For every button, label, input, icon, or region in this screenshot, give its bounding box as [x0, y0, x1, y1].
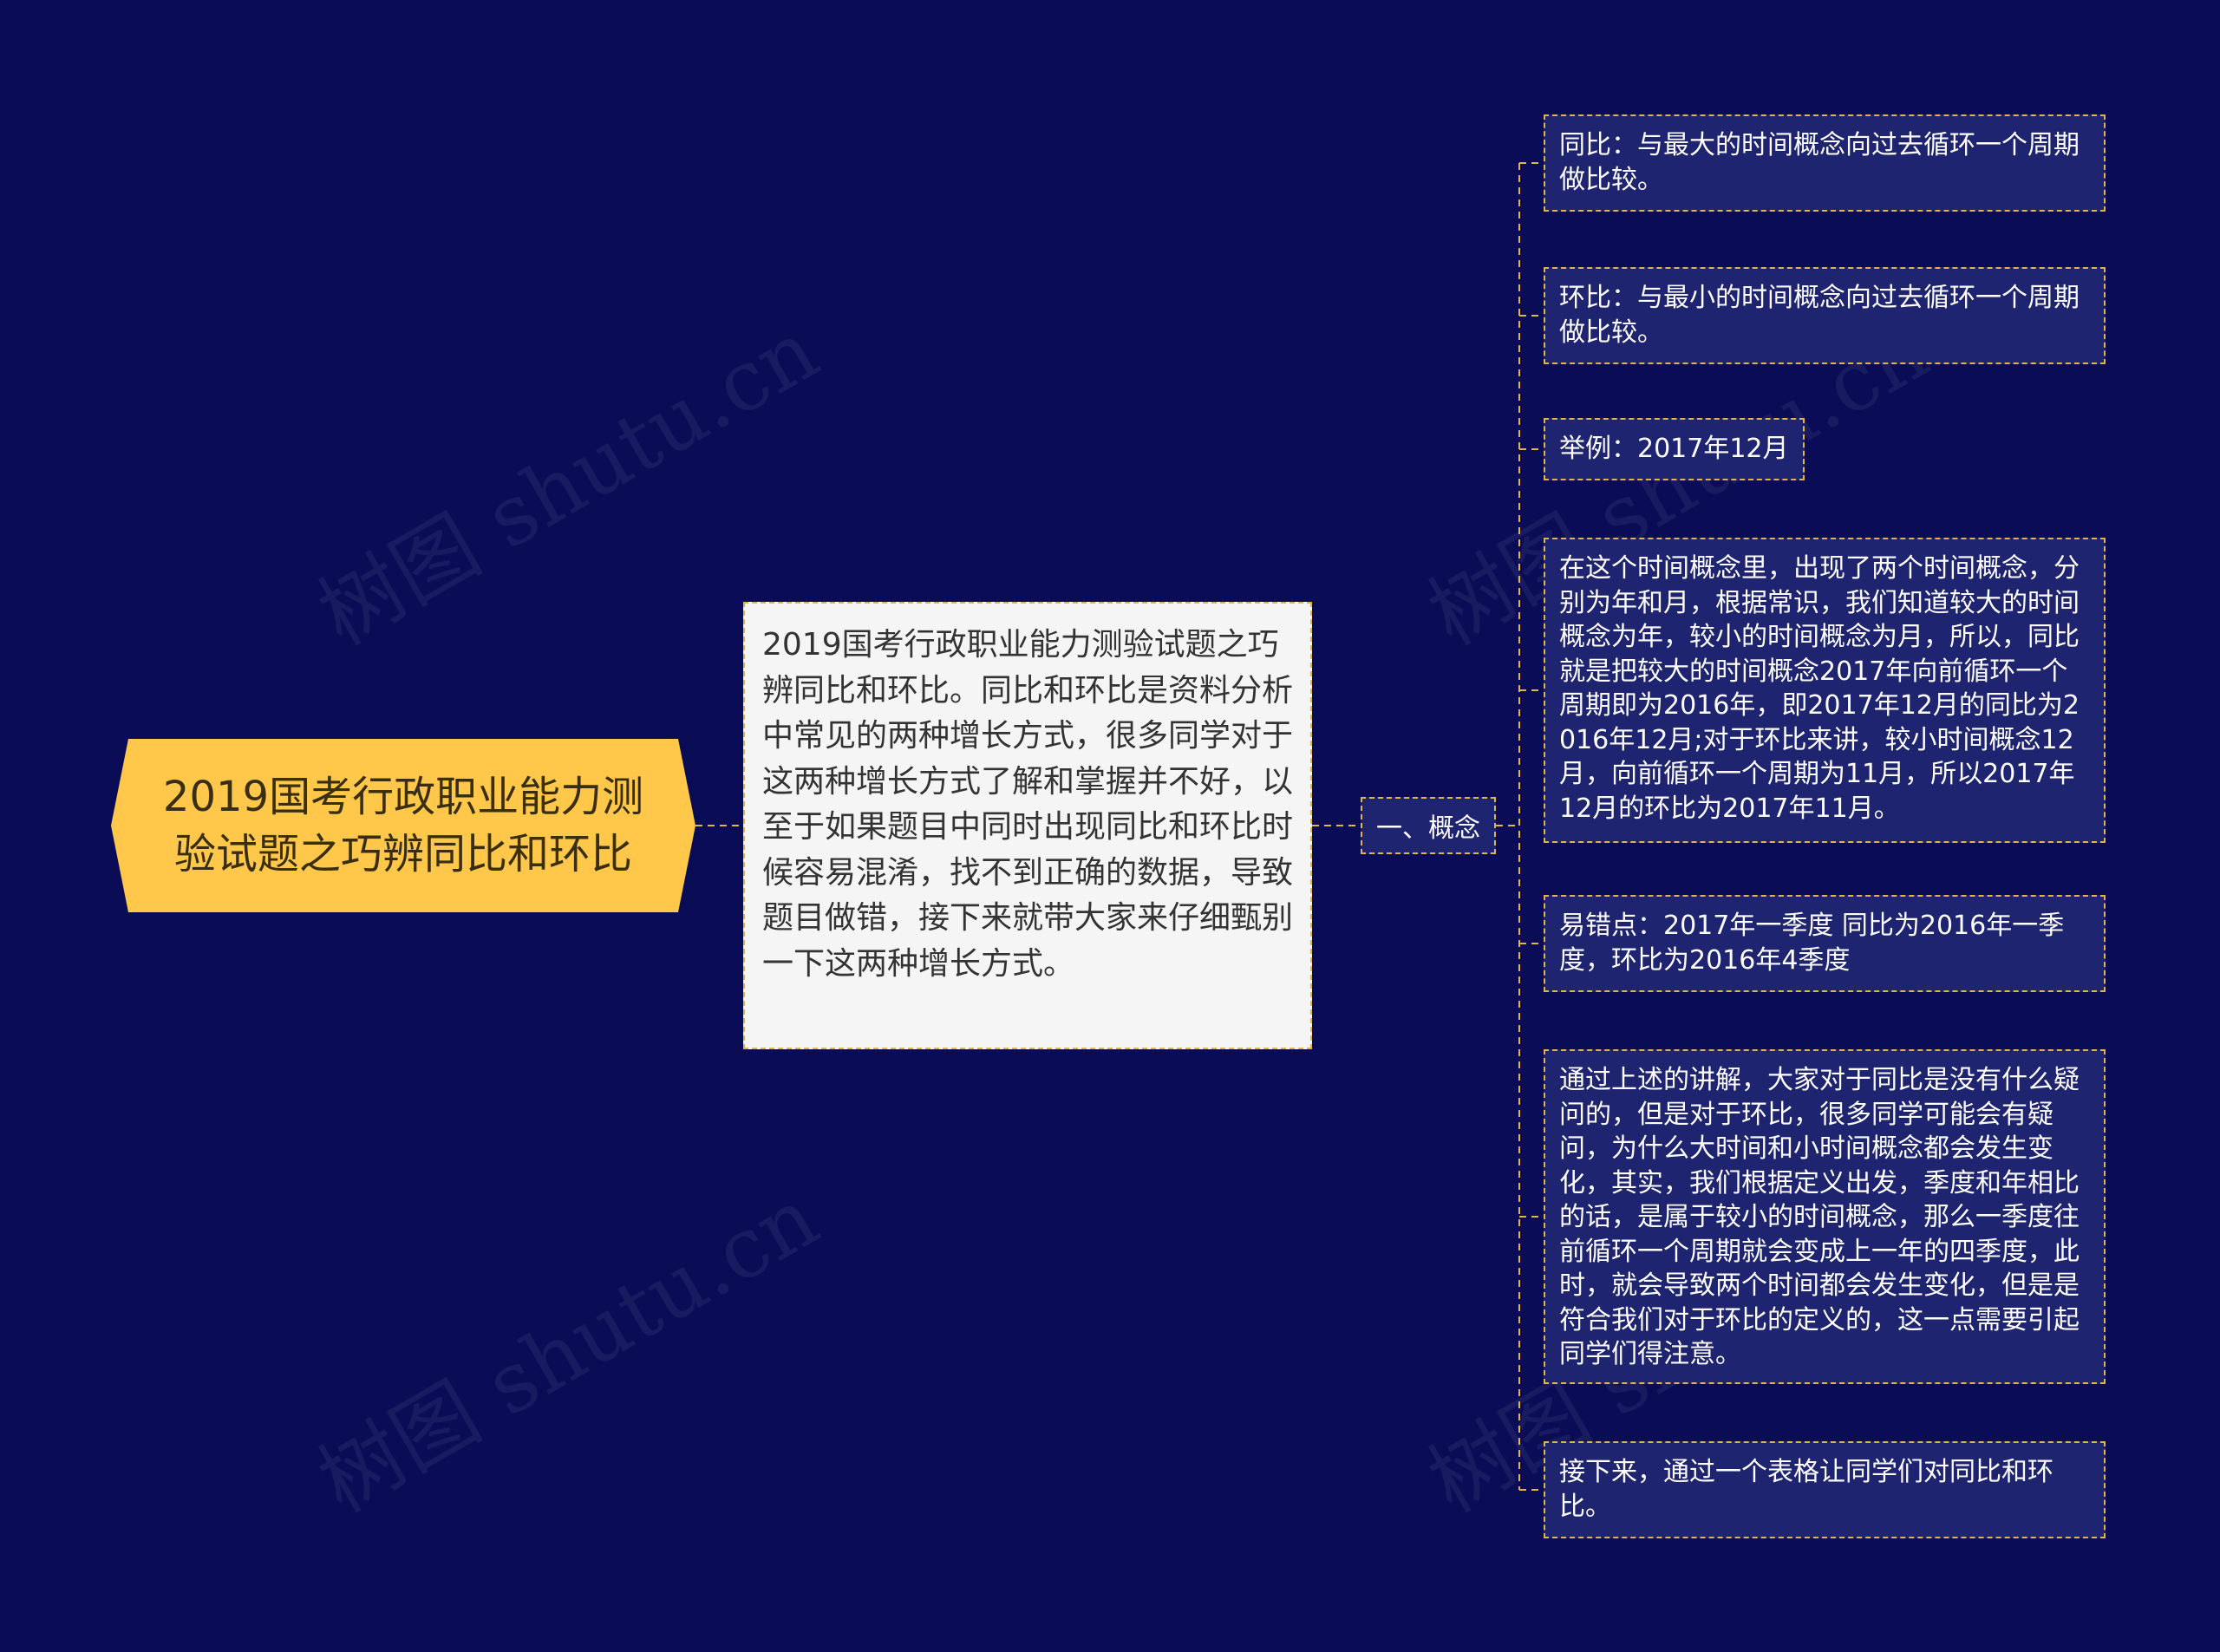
- description-text: 2019国考行政职业能力测验试题之巧辨同比和环比。同比和环比是资料分析中常见的两…: [762, 627, 1294, 982]
- leaf-text: 环比：与最小的时间概念向过去循环一个周期做比较。: [1559, 283, 2080, 348]
- leaf-node-yoy-definition[interactable]: 同比：与最大的时间概念向过去循环一个周期做比较。: [1544, 114, 2106, 212]
- leaf-text: 接下来，通过一个表格让同学们对同比和环比。: [1559, 1457, 2054, 1522]
- branch-label: 一、概念: [1376, 813, 1480, 844]
- leaf-text: 同比：与最大的时间概念向过去循环一个周期做比较。: [1559, 130, 2080, 195]
- leaf-text: 通过上述的讲解，大家对于同比是没有什么疑问的，但是对于环比，很多同学可能会有疑问…: [1559, 1065, 2080, 1369]
- leaf-node-clarification[interactable]: 通过上述的讲解，大家对于同比是没有什么疑问的，但是对于环比，很多同学可能会有疑问…: [1544, 1049, 2106, 1384]
- leaf-node-example[interactable]: 举例：2017年12月: [1544, 418, 1805, 480]
- description-node[interactable]: 2019国考行政职业能力测验试题之巧辨同比和环比。同比和环比是资料分析中常见的两…: [743, 602, 1312, 1049]
- root-node[interactable]: 2019国考行政职业能力测验试题之巧辨同比和环比: [111, 739, 695, 912]
- leaf-text: 易错点：2017年一季度 同比为2016年一季度，环比为2016年4季度: [1559, 911, 2065, 976]
- branch-node-concept[interactable]: 一、概念: [1361, 797, 1496, 854]
- leaf-text: 举例：2017年12月: [1559, 434, 1789, 464]
- leaf-node-common-mistake[interactable]: 易错点：2017年一季度 同比为2016年一季度，环比为2016年4季度: [1544, 895, 2106, 992]
- leaf-node-mom-definition[interactable]: 环比：与最小的时间概念向过去循环一个周期做比较。: [1544, 267, 2106, 364]
- leaf-text: 在这个时间概念里，出现了两个时间概念，分别为年和月，根据常识，我们知道较大的时间…: [1559, 553, 2080, 824]
- leaf-node-explanation[interactable]: 在这个时间概念里，出现了两个时间概念，分别为年和月，根据常识，我们知道较大的时间…: [1544, 538, 2106, 843]
- leaf-node-next-step[interactable]: 接下来，通过一个表格让同学们对同比和环比。: [1544, 1441, 2106, 1538]
- root-title: 2019国考行政职业能力测验试题之巧辨同比和环比: [162, 773, 644, 878]
